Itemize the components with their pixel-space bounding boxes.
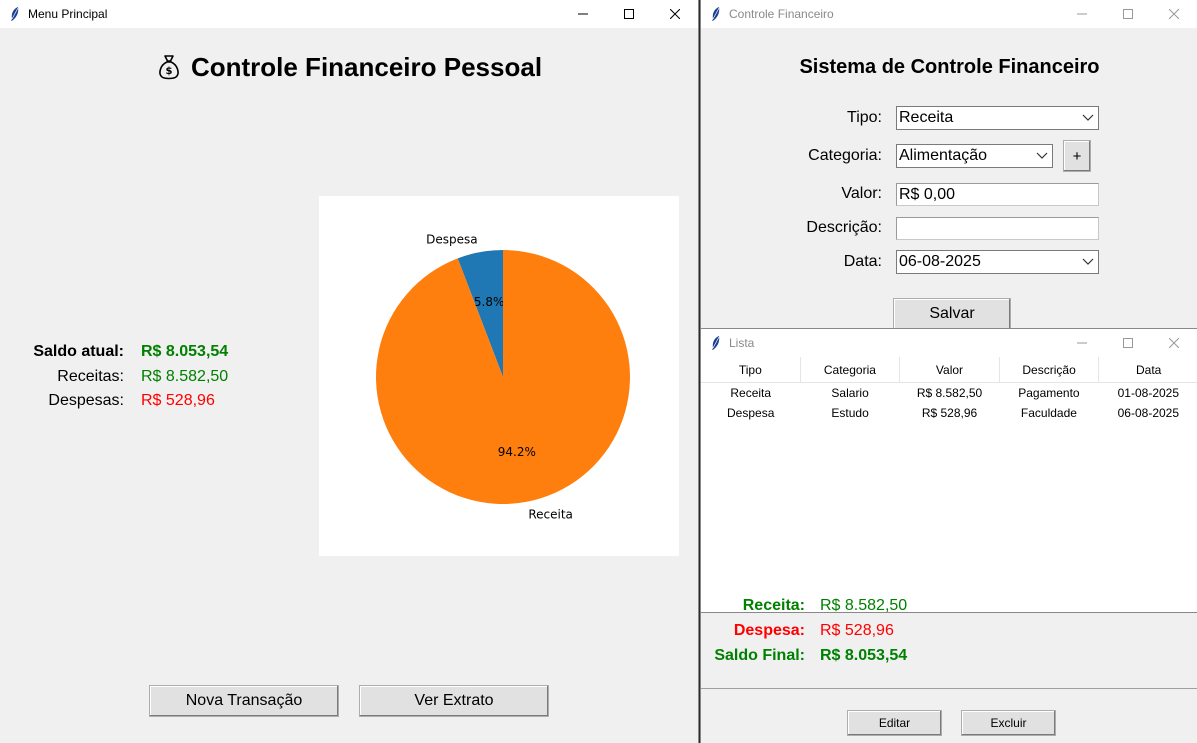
menu-window-titlebar[interactable]: Menu Principal [0,0,698,28]
minimize-icon [1077,13,1087,15]
editar-button[interactable]: Editar [847,710,942,736]
table-header: Tipo Categoria Valor Descrição Data [701,357,1197,383]
maximize-button[interactable] [1105,0,1151,28]
minimize-icon [1077,342,1087,344]
pie-percent-label: 94.2% [498,445,536,459]
form-heading: Sistema de Controle Financeiro [799,56,1100,78]
close-button[interactable] [1151,0,1197,28]
saldo-atual-label: Saldo atual: [33,343,124,360]
table-cell: R$ 8.582,50 [916,386,983,400]
table-cell: Faculdade [1020,406,1077,420]
receita-total-label: Receita: [742,597,805,614]
divider [701,688,1197,689]
close-icon [1169,9,1179,19]
data-date-picker[interactable]: 06-08-2025 [896,250,1099,274]
transactions-table[interactable]: Tipo Categoria Valor Descrição Data Rece… [701,357,1197,613]
minimize-button[interactable] [560,0,606,28]
table-cell: 06-08-2025 [1117,406,1180,420]
table-cell: Receita [730,386,772,400]
add-category-button[interactable]: + [1063,140,1091,172]
table-cell: Pagamento [1018,386,1080,400]
table-cell: Estudo [831,406,869,420]
data-value: 06-08-2025 [899,253,981,270]
data-label: Data: [843,253,882,270]
saldo-final-value: R$ 8.053,54 [820,647,908,664]
chevron-down-icon [1082,258,1094,265]
tipo-select-value: Receita [899,109,954,126]
saldo-final-label: Saldo Final: [714,647,805,664]
valor-label: Valor: [841,185,882,202]
column-header-valor[interactable]: Valor [900,357,1000,382]
ver-extrato-button[interactable]: Ver Extrato [359,685,549,717]
maximize-icon [1123,338,1133,348]
pie-chart-svg: 5.8% Despesa 94.2% Receita [376,233,630,521]
excluir-button[interactable]: Excluir [961,710,1056,736]
close-icon [1169,338,1179,348]
column-header-descricao[interactable]: Descrição [1000,357,1100,382]
pie-chart: 5.8% Despesa 94.2% Receita [319,196,679,556]
pie-percent-label: 5.8% [474,295,505,309]
pie-category-label: Despesa [426,233,477,247]
svg-text:$: $ [165,66,172,77]
minimize-button[interactable] [1059,329,1105,357]
page-title-text: Controle Financeiro Pessoal [190,52,543,82]
categoria-label: Categoria: [808,147,882,164]
despesa-total-value: R$ 528,96 [820,622,894,639]
menu-window-title: Menu Principal [28,7,108,21]
receita-total-value: R$ 8.582,50 [820,597,908,614]
menu-principal-window: Menu Principal $ Controle Financeiro Pes… [0,0,699,743]
table-cell: Despesa [727,406,775,420]
categoria-select-value: Alimentação [899,147,988,164]
controle-financeiro-window: Controle Financeiro Sistema de Controle … [700,0,1197,330]
descricao-label: Descrição: [806,219,882,236]
despesas-value: R$ 528,96 [141,392,215,409]
feather-icon [6,5,24,23]
money-bag-icon: $ [157,54,181,87]
lista-window: Lista Tipo Categoria Valor Descrição Dat… [700,328,1197,743]
receitas-label: Receitas: [57,368,124,385]
pie-slice-receita [376,250,630,504]
chevron-down-icon [1082,114,1094,121]
tipo-select[interactable]: Receita [896,106,1099,130]
minimize-button[interactable] [1059,0,1105,28]
descricao-input[interactable] [896,217,1099,240]
valor-input[interactable]: R$ 0,00 [896,183,1099,206]
maximize-icon [624,9,634,19]
nova-transacao-button[interactable]: Nova Transação [149,685,339,717]
despesas-label: Despesas: [48,392,124,409]
despesa-total-label: Despesa: [733,622,805,639]
chevron-down-icon [1036,152,1048,159]
column-header-categoria[interactable]: Categoria [801,357,901,382]
table-row[interactable]: Receita Salario R$ 8.582,50 Pagamento 01… [701,383,1197,403]
column-header-tipo[interactable]: Tipo [701,357,801,382]
feather-icon [707,5,725,23]
list-window-titlebar[interactable]: Lista [701,329,1197,357]
minimize-icon [578,13,588,15]
maximize-button[interactable] [1105,329,1151,357]
form-window-title: Controle Financeiro [729,7,834,21]
close-button[interactable] [1151,329,1197,357]
categoria-select[interactable]: Alimentação [896,144,1053,168]
close-button[interactable] [652,0,698,28]
page-title: $ Controle Financeiro Pessoal [0,52,698,87]
table-cell: 01-08-2025 [1117,386,1180,400]
saldo-atual-value: R$ 8.053,54 [141,343,229,360]
maximize-button[interactable] [606,0,652,28]
table-cell: R$ 528,96 [921,406,978,420]
tipo-label: Tipo: [847,109,882,126]
receitas-value: R$ 8.582,50 [141,368,229,385]
list-window-title: Lista [729,336,755,350]
feather-icon [707,334,725,352]
salvar-button[interactable]: Salvar [893,298,1011,330]
column-header-data[interactable]: Data [1099,357,1197,382]
close-icon [670,9,680,19]
maximize-icon [1123,9,1133,19]
form-window-titlebar[interactable]: Controle Financeiro [701,0,1197,28]
table-cell: Salario [831,386,869,400]
table-row[interactable]: Despesa Estudo R$ 528,96 Faculdade 06-08… [701,403,1197,423]
pie-category-label: Receita [528,507,573,521]
